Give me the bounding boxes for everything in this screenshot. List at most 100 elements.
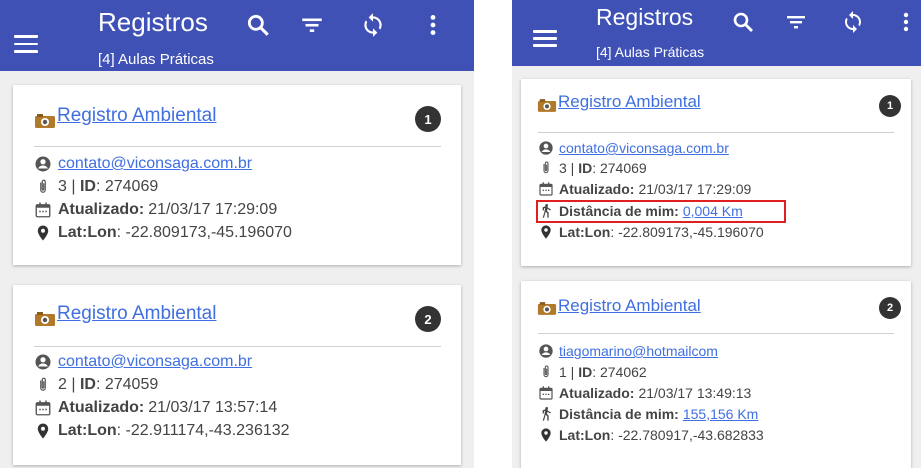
attachment-count: 1 | (559, 364, 575, 380)
updated-value: 21/03/17 17:29:09 (638, 181, 752, 197)
card-number-badge: 1 (879, 95, 901, 117)
filter-icon[interactable] (784, 10, 808, 34)
email-link[interactable]: contato@viconsaga.com.br (58, 155, 252, 173)
latlon-label: Lat:Lon (58, 224, 117, 241)
id-row: 3 | ID: 274069 (538, 160, 647, 176)
search-icon[interactable] (245, 12, 271, 38)
latlon-row: Lat:Lon: -22.809173,-45.196070 (538, 224, 764, 240)
menu-icon[interactable] (533, 30, 557, 48)
updated-value: 21/03/17 13:49:13 (638, 385, 752, 401)
app-subtitle: [4] Aulas Práticas (596, 44, 705, 60)
attachment-icon (40, 179, 46, 193)
updated-row: Atualizado: 21/03/17 17:29:09 (34, 201, 277, 219)
latlon-label: Lat:Lon (58, 422, 117, 439)
attachment-icon (543, 365, 549, 378)
id-label: ID (79, 178, 96, 195)
record-card[interactable]: Registro Ambiental 2 tiagomarino@hotmail… (521, 281, 911, 468)
latlon-value: : -22.911174,-43.236132 (116, 422, 290, 439)
distance-value[interactable]: 155,156 Km (683, 406, 759, 422)
app-title: Registros (596, 4, 694, 30)
card-title[interactable]: Registro Ambiental (57, 105, 216, 127)
email-link[interactable]: contato@viconsaga.com.br (559, 140, 729, 156)
email-row: tiagomarino@hotmailcom (538, 343, 718, 359)
updated-value: 21/03/17 13:57:14 (148, 399, 278, 416)
id-value: : 274062 (592, 364, 647, 380)
divider (538, 333, 894, 334)
record-card[interactable]: Registro Ambiental 1 contato@viconsaga.c… (13, 85, 461, 265)
latlon-label: Lat:Lon (559, 224, 611, 240)
email-link[interactable]: tiagomarino@hotmailcom (559, 343, 718, 359)
account-circle-icon (35, 156, 51, 172)
calendar-icon (35, 400, 51, 416)
account-circle-icon (539, 141, 553, 155)
account-circle-icon (35, 354, 51, 370)
updated-label: Atualizado: (58, 399, 145, 416)
record-card[interactable]: Registro Ambiental 1 contato@viconsaga.c… (521, 79, 911, 266)
updated-row: Atualizado: 21/03/17 17:29:09 (538, 181, 751, 197)
latlon-value: : -22.780917,-43.682833 (610, 427, 764, 443)
id-row: 3 | ID: 274069 (34, 178, 158, 196)
attachment-count: 3 | (58, 178, 76, 195)
updated-label: Atualizado: (58, 201, 145, 218)
card-title[interactable]: Registro Ambiental (558, 296, 701, 316)
sync-icon[interactable] (360, 12, 386, 38)
camera-icon (35, 312, 55, 326)
calendar-icon (539, 386, 553, 400)
email-row: contato@viconsaga.com.br (34, 155, 252, 173)
distance-label: Distância de mim: (559, 406, 679, 422)
id-value: : 274059 (95, 376, 159, 393)
divider (34, 146, 441, 147)
updated-row: Atualizado: 21/03/17 13:57:14 (34, 399, 277, 417)
updated-value: 21/03/17 17:29:09 (148, 201, 278, 218)
id-row: 1 | ID: 274062 (538, 364, 647, 380)
email-row: contato@viconsaga.com.br (34, 353, 252, 371)
location-pin-icon (541, 428, 551, 442)
divider (34, 346, 441, 347)
screen-left: Registros [4] Aulas Práticas Registro Am… (0, 0, 474, 468)
card-number-badge: 1 (415, 106, 441, 132)
id-value: : 274069 (95, 178, 159, 195)
card-title[interactable]: Registro Ambiental (558, 92, 701, 112)
attachment-count: 3 | (559, 160, 575, 176)
distance-row: Distância de mim: 155,156 Km (538, 406, 758, 422)
more-vert-icon[interactable] (894, 10, 918, 34)
walking-icon (542, 407, 551, 421)
email-link[interactable]: contato@viconsaga.com.br (58, 353, 252, 371)
filter-icon[interactable] (299, 12, 325, 38)
attachment-icon (543, 161, 549, 174)
sync-icon[interactable] (841, 10, 865, 34)
email-row: contato@viconsaga.com.br (538, 140, 729, 156)
latlon-value: : -22.809173,-45.196070 (610, 224, 764, 240)
id-row: 2 | ID: 274059 (34, 376, 158, 394)
calendar-icon (35, 202, 51, 218)
app-title: Registros (98, 7, 208, 37)
app-bar: Registros [4] Aulas Práticas (0, 0, 474, 71)
more-vert-icon[interactable] (420, 12, 446, 38)
menu-icon[interactable] (14, 35, 38, 53)
camera-icon (537, 99, 557, 112)
distance-value[interactable]: 0,004 Km (683, 203, 743, 219)
id-label: ID (578, 364, 593, 380)
divider (538, 132, 894, 133)
distance-row: Distância de mim: 0,004 Km (538, 203, 743, 219)
camera-icon (537, 302, 557, 315)
card-title[interactable]: Registro Ambiental (57, 303, 216, 325)
updated-row: Atualizado: 21/03/17 13:49:13 (538, 385, 751, 401)
calendar-icon (539, 182, 553, 196)
card-number-badge: 2 (415, 306, 441, 332)
latlon-row: Lat:Lon: -22.809173,-45.196070 (34, 224, 292, 242)
updated-label: Atualizado: (559, 385, 635, 401)
distance-label: Distância de mim: (559, 203, 679, 219)
app-subtitle: [4] Aulas Práticas (98, 51, 214, 68)
updated-label: Atualizado: (559, 181, 635, 197)
screen-right: Registros [4] Aulas Práticas Registro Am… (512, 0, 921, 468)
location-pin-icon (37, 225, 49, 241)
latlon-row: Lat:Lon: -22.911174,-43.236132 (34, 422, 290, 440)
search-icon[interactable] (731, 10, 755, 34)
attachment-count: 2 | (58, 376, 76, 393)
location-pin-icon (541, 225, 551, 239)
walking-icon (542, 204, 551, 218)
app-bar: Registros [4] Aulas Práticas (512, 0, 921, 66)
camera-icon (35, 114, 55, 128)
record-card[interactable]: Registro Ambiental 2 contato@viconsaga.c… (13, 285, 461, 465)
